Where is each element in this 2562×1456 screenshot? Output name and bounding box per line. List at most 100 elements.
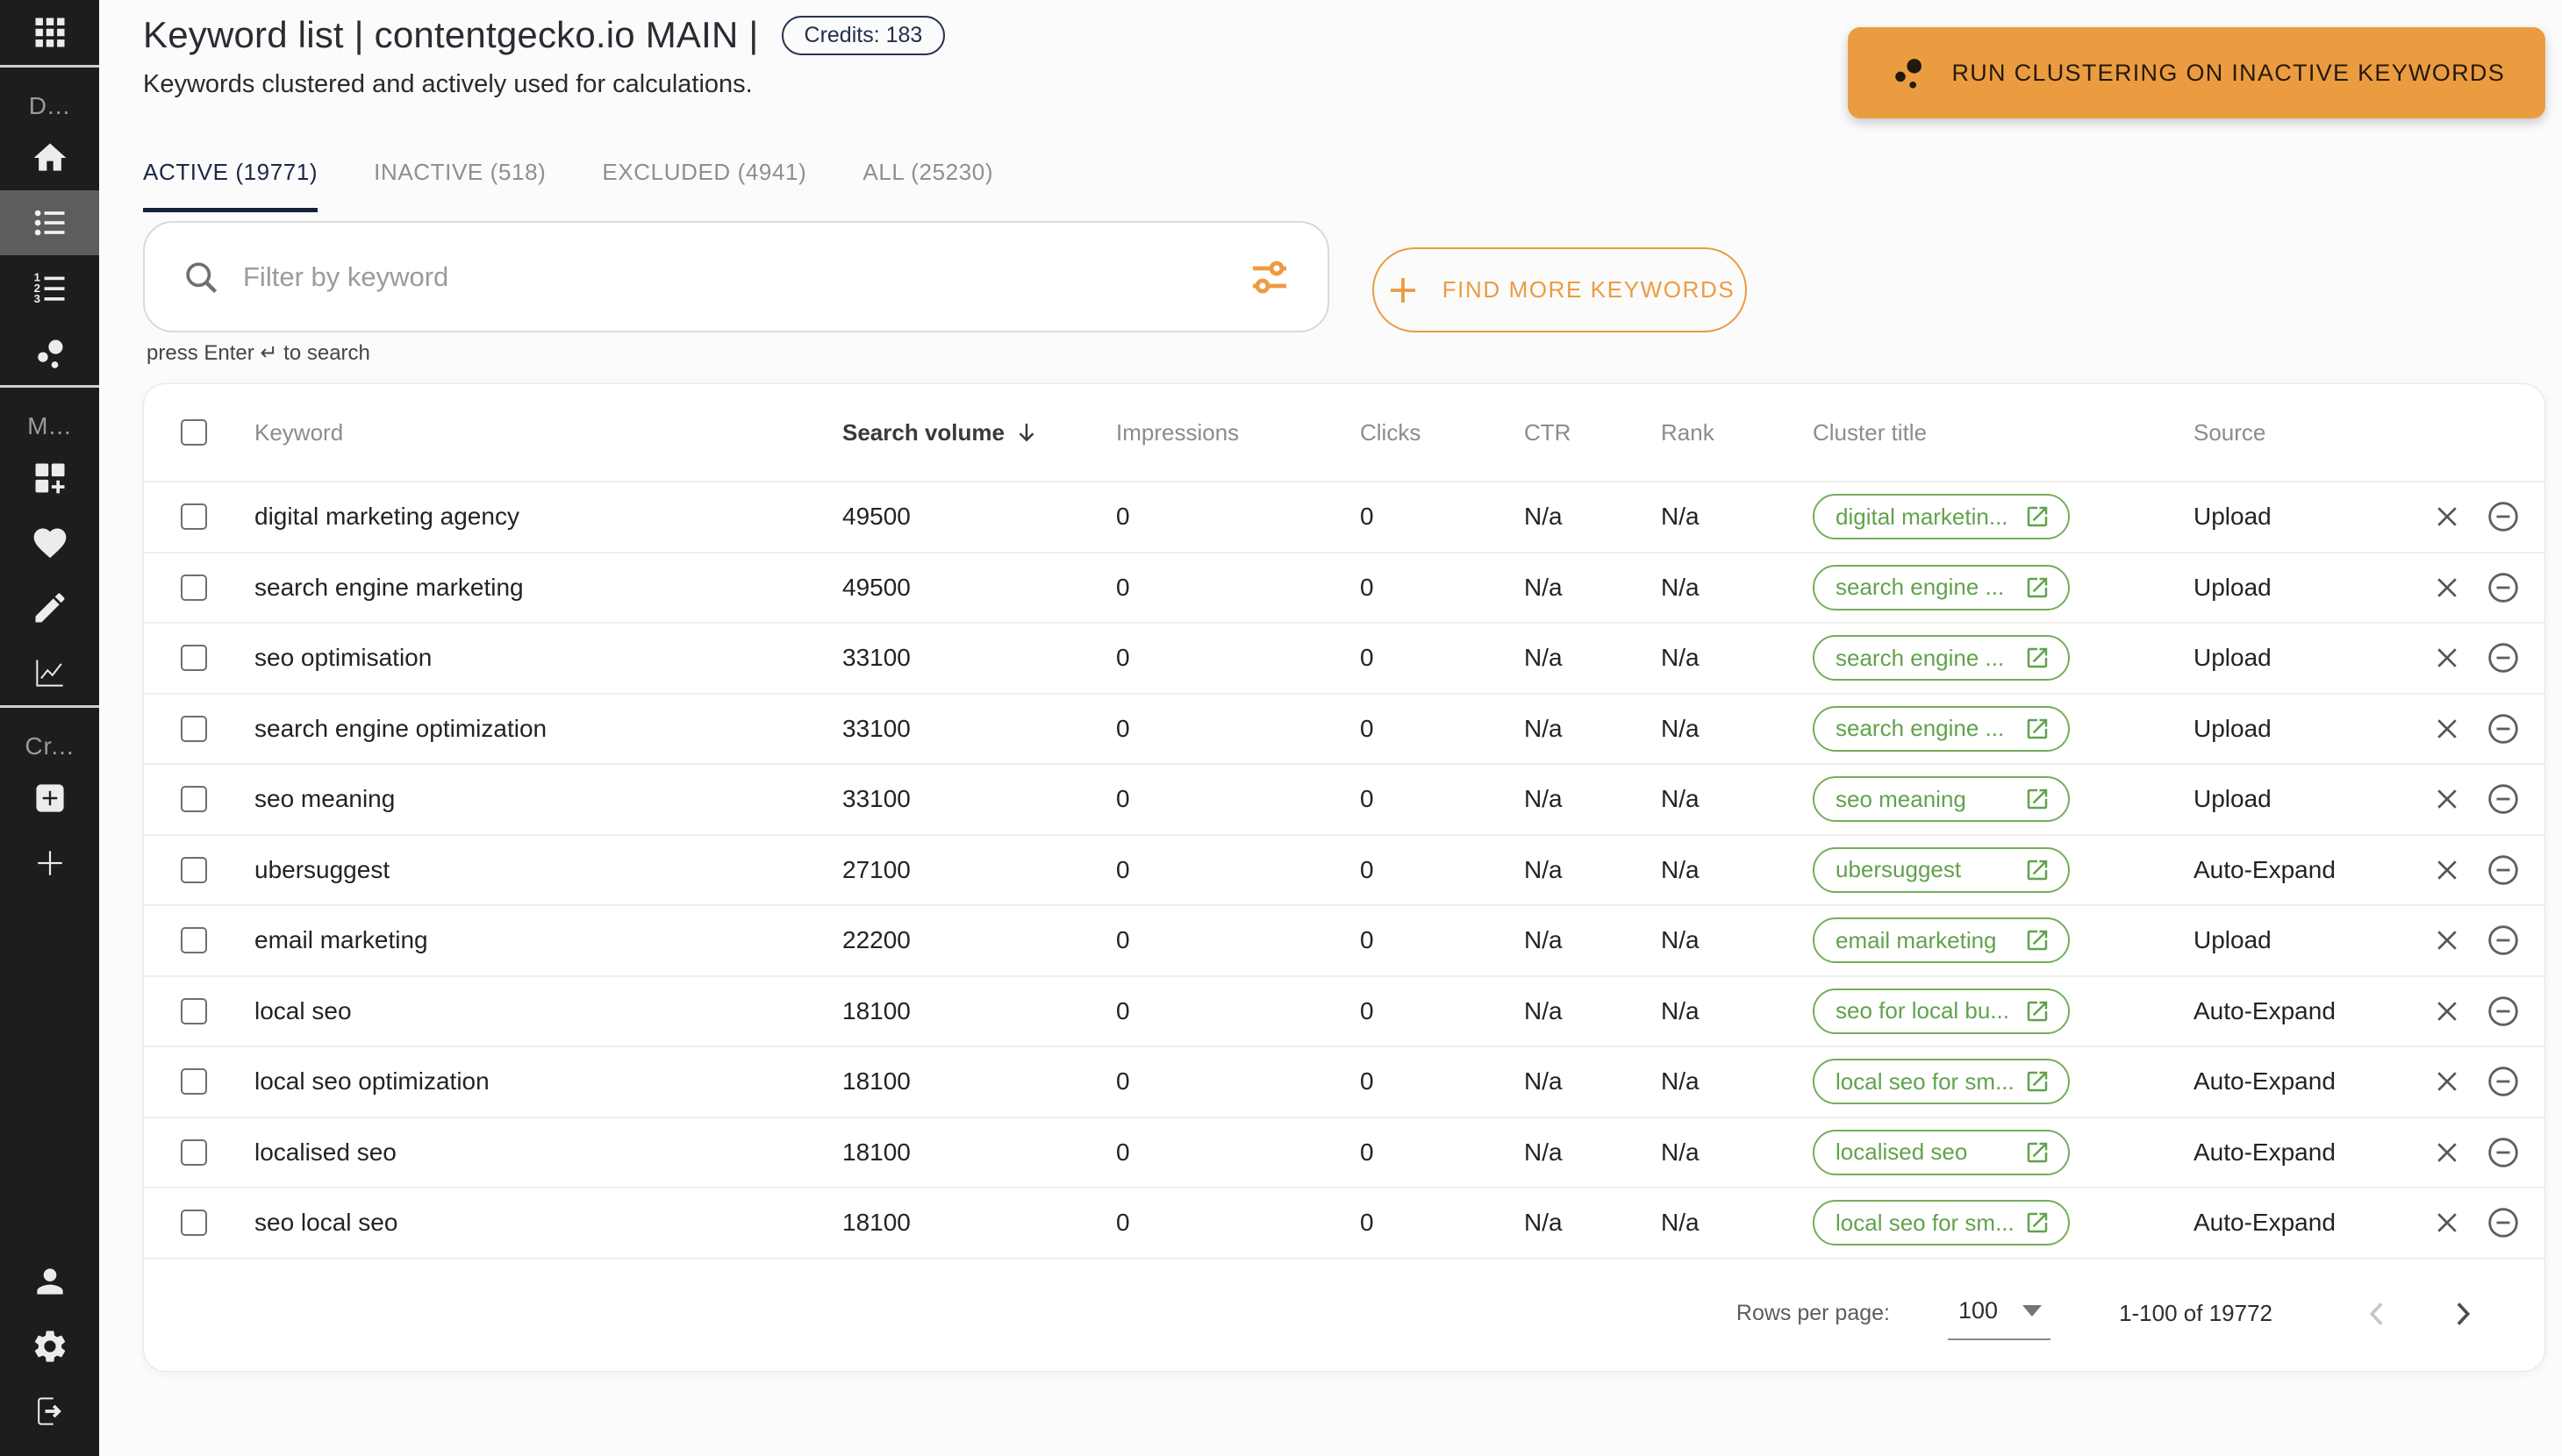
rows-per-page-select[interactable]: 100 <box>1948 1287 2051 1340</box>
row-checkbox[interactable] <box>181 927 207 954</box>
deactivate-keyword-button[interactable] <box>2486 711 2521 746</box>
exclude-keyword-button[interactable] <box>2431 854 2463 886</box>
exclude-keyword-button[interactable] <box>2431 572 2463 603</box>
exclude-keyword-button[interactable] <box>2431 924 2463 956</box>
filter-tune-icon[interactable] <box>1249 256 1291 298</box>
person-icon <box>36 1268 63 1295</box>
sidebar-item-keyword-list[interactable] <box>0 190 99 255</box>
select-all-checkbox[interactable] <box>181 419 207 446</box>
open-in-new-icon <box>2027 1142 2048 1162</box>
cluster-chip[interactable]: search engine ... <box>1813 635 2070 682</box>
sidebar-item-add-box[interactable] <box>0 766 99 831</box>
sidebar-item-analytics[interactable] <box>0 640 99 705</box>
plus-icon <box>31 844 69 882</box>
source-cell: Upload <box>2193 926 2272 954</box>
tab-inactive[interactable]: INACTIVE (518) <box>374 143 546 212</box>
clicks-cell: 0 <box>1360 926 1374 954</box>
exclude-keyword-button[interactable] <box>2431 1137 2463 1168</box>
rank-cell: N/a <box>1661 503 1700 531</box>
exclude-keyword-button[interactable] <box>2431 1066 2463 1097</box>
tab-active[interactable]: ACTIVE (19771) <box>143 143 318 212</box>
cluster-chip[interactable]: email marketing <box>1813 917 2070 964</box>
column-header-clicks[interactable]: Clicks <box>1360 419 1524 446</box>
row-checkbox[interactable] <box>181 1068 207 1096</box>
exclude-keyword-button[interactable] <box>2431 1207 2463 1238</box>
exclude-keyword-button[interactable] <box>2431 501 2463 532</box>
cluster-chip[interactable]: local seo for sm... <box>1813 1059 2070 1105</box>
cluster-chip[interactable]: seo meaning <box>1813 776 2070 823</box>
source-cell: Upload <box>2193 714 2272 742</box>
row-checkbox[interactable] <box>181 503 207 531</box>
sidebar-item-home[interactable] <box>0 125 99 190</box>
deactivate-keyword-button[interactable] <box>2486 1064 2521 1099</box>
exclude-keyword-button[interactable] <box>2431 642 2463 674</box>
column-header-ctr[interactable]: CTR <box>1524 419 1661 446</box>
keyword-filter-input[interactable] <box>243 261 1226 293</box>
cluster-chip[interactable]: digital marketin... <box>1813 494 2070 540</box>
next-page-button[interactable] <box>2444 1296 2480 1331</box>
apps-grid-icon <box>35 18 64 47</box>
sidebar-item-add[interactable] <box>0 831 99 896</box>
row-checkbox[interactable] <box>181 574 207 601</box>
sidebar-item-account[interactable] <box>0 1249 99 1314</box>
previous-page-button[interactable] <box>2360 1296 2395 1331</box>
deactivate-keyword-button[interactable] <box>2486 994 2521 1029</box>
row-checkbox[interactable] <box>181 1210 207 1237</box>
exclude-keyword-button[interactable] <box>2431 996 2463 1027</box>
deactivate-keyword-button[interactable] <box>2486 1135 2521 1170</box>
deactivate-keyword-button[interactable] <box>2486 499 2521 534</box>
deactivate-keyword-button[interactable] <box>2486 570 2521 605</box>
exclude-keyword-button[interactable] <box>2431 713 2463 745</box>
tab-excluded[interactable]: EXCLUDED (4941) <box>602 143 806 212</box>
deactivate-keyword-button[interactable] <box>2486 640 2521 675</box>
sidebar-item-logout[interactable] <box>0 1379 99 1444</box>
ctr-cell: N/a <box>1524 644 1563 672</box>
sidebar-item-favorites[interactable] <box>0 510 99 575</box>
cluster-chip[interactable]: search engine ... <box>1813 705 2070 752</box>
cluster-chip[interactable]: localised seo <box>1813 1129 2070 1175</box>
minus-circle-icon <box>2488 855 2518 885</box>
cluster-chip-label: email marketing <box>1836 926 1997 953</box>
row-checkbox[interactable] <box>181 645 207 672</box>
deactivate-keyword-button[interactable] <box>2486 1205 2521 1240</box>
clicks-cell: 0 <box>1360 644 1374 672</box>
apps-menu-button[interactable] <box>0 0 99 65</box>
row-checkbox[interactable] <box>181 856 207 883</box>
logout-icon <box>31 1392 61 1431</box>
line-chart-icon <box>31 653 69 692</box>
sidebar-item-edit[interactable] <box>0 575 99 640</box>
search-volume-cell: 18100 <box>842 996 911 1024</box>
deactivate-keyword-button[interactable] <box>2486 923 2521 958</box>
column-header-cluster-title[interactable]: Cluster title <box>1813 419 2193 446</box>
column-header-source[interactable]: Source <box>2193 419 2431 446</box>
chevron-right-icon <box>2457 1302 2471 1325</box>
cluster-chip[interactable]: search engine ... <box>1813 564 2070 610</box>
dashboard-add-icon <box>35 463 64 494</box>
row-checkbox[interactable] <box>181 786 207 813</box>
column-header-rank[interactable]: Rank <box>1661 419 1813 446</box>
sidebar-item-settings[interactable] <box>0 1314 99 1379</box>
run-clustering-button[interactable]: RUN CLUSTERING ON INACTIVE KEYWORDS <box>1848 27 2545 118</box>
tab-all[interactable]: ALL (25230) <box>862 143 993 212</box>
column-header-search-volume[interactable]: Search volume <box>842 419 1116 446</box>
column-header-impressions[interactable]: Impressions <box>1116 419 1360 446</box>
row-checkbox[interactable] <box>181 997 207 1024</box>
cluster-chip-label: seo for local bu... <box>1836 997 2009 1024</box>
row-checkbox[interactable] <box>181 1138 207 1166</box>
table-row: email marketing 22200 0 0 N/a N/a email … <box>144 906 2544 977</box>
sidebar-item-clusters[interactable] <box>0 320 99 385</box>
cluster-chip[interactable]: local seo for sm... <box>1813 1200 2070 1246</box>
sidebar-item-dashboard-add[interactable] <box>0 446 99 510</box>
row-checkbox[interactable] <box>181 715 207 742</box>
cluster-chip[interactable]: seo for local bu... <box>1813 988 2070 1034</box>
open-in-new-icon <box>2027 860 2048 880</box>
deactivate-keyword-button[interactable] <box>2486 853 2521 888</box>
keyword-filter-field[interactable] <box>143 221 1329 332</box>
sidebar-item-numbered-list[interactable]: 123 <box>0 255 99 320</box>
find-more-keywords-button[interactable]: FIND MORE KEYWORDS <box>1372 247 1747 332</box>
deactivate-keyword-button[interactable] <box>2486 782 2521 817</box>
exclude-keyword-button[interactable] <box>2431 783 2463 815</box>
cluster-chip[interactable]: ubersuggest <box>1813 846 2070 893</box>
column-header-keyword[interactable]: Keyword <box>254 419 842 446</box>
ctr-cell: N/a <box>1524 1067 1563 1096</box>
